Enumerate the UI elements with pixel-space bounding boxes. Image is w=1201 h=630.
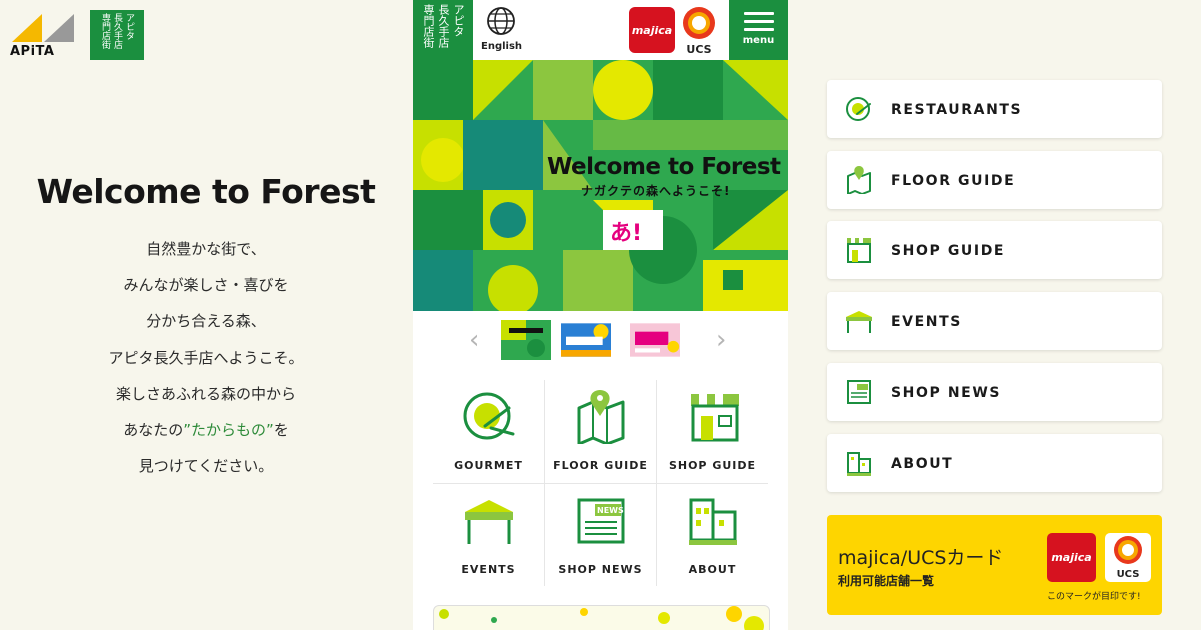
intro-suffix: を: [273, 420, 289, 439]
nav-gourmet-label: GOURMET: [454, 459, 523, 472]
ucs-logo[interactable]: UCS: [679, 5, 719, 56]
menu-about-label: ABOUT: [891, 456, 954, 472]
news-badge-text: NEWS: [597, 506, 624, 515]
menu-restaurants-label: RESTAURANTS: [891, 102, 1023, 118]
carousel-thumb-forest[interactable]: [501, 320, 551, 360]
restaurant-icon: [463, 392, 515, 440]
restaurant-icon: [846, 97, 871, 121]
shop-logo-col-3: 専門店街: [100, 13, 110, 49]
menu-shop-news[interactable]: SHOP NEWS: [827, 363, 1162, 421]
hero-subtitle: ナガクテの森へようこそ!: [581, 184, 731, 198]
nav-gourmet[interactable]: GOURMET: [433, 380, 544, 483]
globe-icon: [487, 7, 515, 35]
ucs-mark-icon: [1114, 536, 1142, 564]
phone-bottom-banner[interactable]: [433, 605, 770, 630]
intro-line: みんなが楽しさ・喜びを: [123, 276, 289, 295]
confetti-icon: [439, 606, 764, 630]
hero-title: Welcome to Forest: [547, 154, 781, 180]
shop-icon: [691, 394, 739, 442]
intro-text: 自然豊かな街で、 みんなが楽しさ・喜びを 分かち合える森、 アピタ長久手店へよう…: [0, 238, 412, 491]
card-subtitle: 利用可能店舗一覧: [838, 574, 935, 588]
menu-shop-guide[interactable]: SHOP GUIDE: [827, 221, 1162, 279]
majica-logo[interactable]: majica: [629, 7, 675, 53]
menu-events-label: EVENTS: [891, 314, 962, 330]
english-label: English: [481, 41, 523, 52]
card-title: majica/UCSカード: [838, 547, 1004, 569]
menu-events[interactable]: EVENTS: [827, 292, 1162, 350]
nav-about[interactable]: ABOUT: [657, 484, 768, 587]
menu-restaurants[interactable]: RESTAURANTS: [827, 80, 1162, 138]
carousel-thumb-summer[interactable]: [561, 320, 611, 360]
menu-button[interactable]: menu: [729, 0, 788, 60]
intro-highlight: ”たからもの”: [183, 420, 274, 439]
hero-sign-text: あ!: [610, 221, 642, 246]
phone-shop-col-3: 専門店街: [422, 4, 435, 48]
nav-shop-news-label: SHOP NEWS: [558, 563, 643, 576]
nav-about-label: ABOUT: [688, 563, 737, 576]
card-majica-logo: majica: [1047, 533, 1096, 582]
nav-floor-guide[interactable]: FLOOR GUIDE: [545, 380, 656, 483]
intro-line: 楽しさあふれる森の中から: [115, 384, 296, 403]
ucs-label: UCS: [686, 43, 712, 56]
carousel-thumb-sale[interactable]: [630, 320, 680, 360]
nav-events-label: EVENTS: [461, 563, 516, 576]
intro-line: 自然豊かな街で、: [146, 240, 266, 258]
shop-logo[interactable]: アピタ 長久手店 専門店街: [90, 10, 144, 60]
menu-shop-news-label: SHOP NEWS: [891, 385, 1002, 401]
menu-floor-guide[interactable]: FLOOR GUIDE: [827, 151, 1162, 209]
building-icon: [689, 498, 737, 545]
carousel-prev-icon[interactable]: ‹: [469, 327, 479, 353]
card-note: このマークが目印です!: [1047, 592, 1141, 602]
menu-about[interactable]: ABOUT: [827, 434, 1162, 492]
newspaper-icon: [847, 380, 871, 404]
menu-floor-guide-label: FLOOR GUIDE: [891, 173, 1016, 189]
nav-events[interactable]: EVENTS: [433, 484, 544, 587]
ucs-mark-icon: [683, 7, 715, 39]
english-button[interactable]: English: [481, 6, 523, 52]
phone-header: アピタ 長久手店 専門店街 English majica UCS menu: [413, 0, 788, 60]
phone-shop-col-2: 長久手店: [437, 4, 450, 48]
nav-floor-guide-label: FLOOR GUIDE: [553, 459, 648, 472]
phone-shop-col-1: アピタ: [452, 4, 465, 37]
apita-logo-text: APiTA: [10, 44, 55, 59]
map-pin-icon: [577, 390, 625, 444]
card-ucs-label: UCS: [1116, 569, 1140, 580]
menu-shop-guide-label: SHOP GUIDE: [891, 243, 1006, 259]
nav-shop-news[interactable]: NEWS SHOP NEWS: [545, 484, 656, 587]
hamburger-icon: [743, 12, 774, 31]
intro-line: 見つけてください。: [138, 457, 274, 476]
tent-icon: [846, 311, 872, 333]
majica-ucs-card[interactable]: majica/UCSカード 利用可能店舗一覧 majica UCS このマークが…: [827, 515, 1162, 615]
intro-line: 分かち合える森、: [146, 312, 266, 331]
intro-line: アピタ長久手店へようこそ。: [108, 348, 304, 367]
tent-icon: [465, 500, 513, 544]
shop-icon: [847, 238, 871, 263]
phone-preview: アピタ 長久手店 専門店街 English majica UCS menu あ!…: [413, 0, 788, 630]
map-pin-icon: [847, 166, 871, 194]
intro-line: あなたの”たからもの”を: [0, 419, 412, 455]
menu-label: menu: [742, 35, 775, 46]
newspaper-icon: NEWS: [577, 498, 625, 544]
shop-logo-col-1: アピタ: [124, 13, 134, 40]
carousel-next-icon[interactable]: ›: [716, 327, 726, 353]
card-ucs-logo: UCS: [1105, 533, 1151, 582]
building-icon: [847, 452, 871, 476]
nav-shop-guide[interactable]: SHOP GUIDE: [657, 380, 768, 483]
phone-shop-logo[interactable]: アピタ 長久手店 専門店街: [413, 0, 473, 60]
intro-title: Welcome to Forest: [36, 172, 376, 211]
banner-carousel: ‹ ›: [413, 311, 788, 371]
nav-shop-guide-label: SHOP GUIDE: [668, 459, 757, 472]
shop-logo-col-2: 長久手店: [112, 13, 122, 49]
hero-banner[interactable]: あ! Welcome to Forest ナガクテの森へようこそ!: [413, 60, 788, 311]
intro-prefix: あなたの: [123, 420, 184, 439]
